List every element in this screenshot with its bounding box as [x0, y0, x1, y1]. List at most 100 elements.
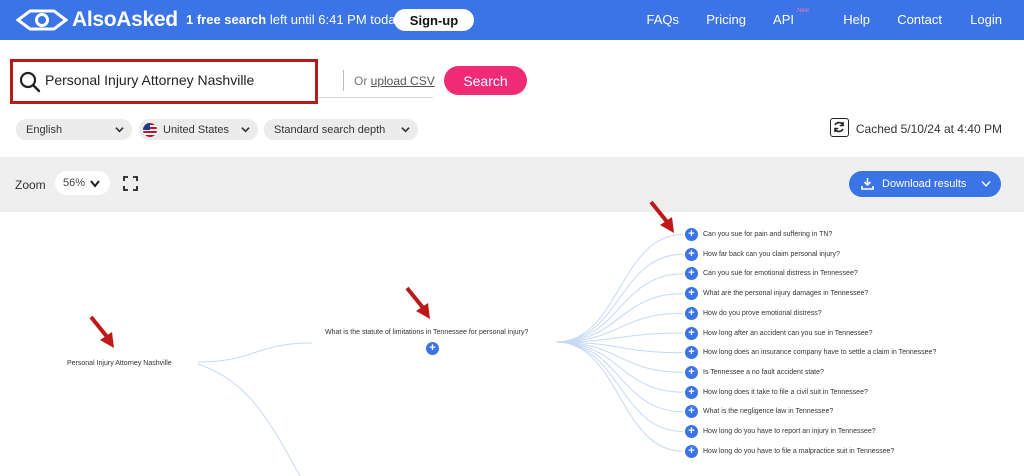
question-text: Can you sue for emotional distress in Te…	[703, 270, 858, 278]
us-flag-icon	[143, 122, 157, 137]
depth-value: Standard search depth	[274, 123, 386, 136]
depth-select[interactable]: Standard search depth	[264, 119, 418, 140]
or-label: Or	[354, 74, 371, 88]
search-box[interactable]	[10, 59, 318, 104]
expand-question-button[interactable]: +	[685, 405, 698, 419]
expand-question-button[interactable]: +	[685, 385, 698, 399]
red-arrow-annotation	[89, 315, 114, 348]
question-item[interactable]: + Is Tennessee a no fault accident state?	[685, 365, 824, 379]
red-arrow-annotation	[405, 286, 430, 319]
cached-timestamp: Cached 5/10/24 at 4:40 PM	[855, 122, 1002, 136]
root-node[interactable]: Personal Injury Attorney Nashville	[67, 360, 172, 367]
question-map: Personal Injury Attorney Nashville What …	[0, 200, 1024, 476]
promo-rest: left until 6:41 PM today	[266, 12, 403, 27]
question-text: What is the negligence law in Tennessee?	[703, 408, 834, 416]
question-text: What are the personal injury damages in …	[703, 290, 869, 298]
search-input[interactable]	[45, 72, 310, 88]
question-text: How long do you have to file a malpracti…	[703, 447, 895, 455]
question-item[interactable]: + How long after an accident can you sue …	[685, 326, 873, 340]
question-text: How do you prove emotional distress?	[703, 309, 822, 317]
question-item[interactable]: + Can you sue for pain and suffering in T…	[685, 228, 832, 241]
red-arrow-annotation	[649, 200, 674, 233]
question-item[interactable]: + What is the negligence law in Tennessee…	[685, 405, 834, 419]
expand-question-button[interactable]: +	[685, 346, 698, 360]
level1-to-question-link	[555, 341, 684, 452]
search-underline	[318, 97, 433, 98]
question-item[interactable]: + How long does it take to file a civil s…	[685, 385, 868, 399]
question-item[interactable]: + How do you prove emotional distress?	[685, 306, 822, 320]
question-item[interactable]: + What are the personal injury damages in…	[685, 287, 869, 301]
zoom-value: 56%	[63, 177, 86, 189]
country-value: United States	[163, 123, 230, 136]
chevron-down-icon	[115, 127, 124, 133]
nav-pricing[interactable]: Pricing	[706, 12, 746, 27]
level1-to-question-link	[555, 253, 684, 343]
search-button[interactable]: Search	[444, 66, 527, 95]
question-text: How far back can you claim personal inju…	[703, 250, 840, 258]
language-value: English	[26, 123, 63, 136]
expand-question-button[interactable]: +	[685, 365, 698, 379]
question-text: How long do you have to report an injury…	[703, 428, 876, 435]
upload-option: Or upload CSV	[354, 74, 435, 88]
download-label: Download results	[882, 178, 967, 190]
country-select[interactable]: United States	[139, 119, 258, 140]
logo[interactable]: AlsoAsked	[16, 8, 178, 32]
level1-to-question-link	[555, 341, 684, 393]
expand-question-button[interactable]: +	[685, 267, 698, 281]
question-text: Is Tennessee a no fault accident state?	[703, 368, 824, 376]
question-text: How long does it take to file a civil su…	[703, 388, 868, 396]
expand-question-button[interactable]: +	[685, 306, 698, 320]
search-icon	[19, 71, 41, 93]
free-search-notice: 1 free search left until 6:41 PM today	[186, 12, 402, 27]
top-nav: AlsoAsked 1 free search left until 6:41 …	[0, 0, 1024, 40]
question-text: How long after an accident can you sue i…	[703, 329, 873, 337]
chevron-down-icon	[401, 127, 410, 133]
level1-node[interactable]: What is the statute of limitations in Te…	[325, 329, 528, 336]
expand-question-button[interactable]: +	[685, 326, 698, 340]
expand-question-button[interactable]: +	[685, 247, 698, 261]
nav-contact[interactable]: Contact	[897, 12, 942, 27]
question-text: Can you sue for pain and suffering in TN…	[703, 231, 833, 238]
zoom-select[interactable]: 56%	[55, 171, 110, 195]
chevron-down-icon	[981, 181, 991, 188]
expand-question-button[interactable]: +	[685, 228, 698, 241]
question-text: How long does an insurance company have …	[703, 349, 937, 357]
fullscreen-icon[interactable]	[123, 176, 138, 191]
map-toolbar: Zoom 56% Download results	[0, 157, 1024, 212]
question-item[interactable]: + How far back can you claim personal inj…	[685, 247, 840, 261]
zoom-label: Zoom	[15, 178, 46, 192]
level1-to-question-link	[555, 341, 684, 432]
brand-name: AlsoAsked	[72, 8, 178, 31]
signup-button[interactable]: Sign-up	[394, 9, 474, 31]
download-results-button[interactable]: Download results	[849, 171, 1001, 197]
new-badge: New	[797, 8, 810, 14]
level1-to-question-link	[555, 293, 684, 343]
level1-to-question-link	[555, 273, 684, 343]
question-item[interactable]: + How long do you have to report an injur…	[685, 425, 876, 438]
expand-level1-button[interactable]: +	[426, 342, 439, 355]
level1-to-question-link	[555, 341, 684, 373]
nav-api[interactable]: API New	[773, 8, 809, 27]
expand-question-button[interactable]: +	[685, 425, 698, 438]
eye-logo-icon	[16, 9, 68, 31]
upload-csv-link[interactable]: upload CSV	[371, 74, 435, 88]
refresh-icon[interactable]	[830, 118, 849, 137]
question-item[interactable]: + How long do you have to file a malpract…	[685, 444, 895, 458]
nav-api-label: API	[773, 12, 794, 27]
chevron-down-icon	[241, 127, 250, 133]
nav-help[interactable]: Help	[843, 12, 870, 27]
language-select[interactable]: English	[16, 119, 132, 140]
download-icon	[861, 178, 874, 190]
root-to-level1-link	[197, 342, 313, 363]
promo-strong: 1 free search	[186, 12, 267, 27]
question-item[interactable]: + How long does an insurance company have…	[685, 346, 937, 360]
root-to-offscreen-link	[197, 363, 301, 476]
nav-faqs[interactable]: FAQs	[646, 12, 679, 27]
chevron-down-icon	[90, 180, 100, 188]
nav-login[interactable]: Login	[970, 12, 1002, 27]
expand-question-button[interactable]: +	[685, 287, 698, 301]
expand-question-button[interactable]: +	[685, 444, 698, 458]
search-divider	[343, 70, 344, 91]
level1-to-question-link	[555, 234, 684, 343]
question-item[interactable]: + Can you sue for emotional distress in T…	[685, 267, 858, 281]
